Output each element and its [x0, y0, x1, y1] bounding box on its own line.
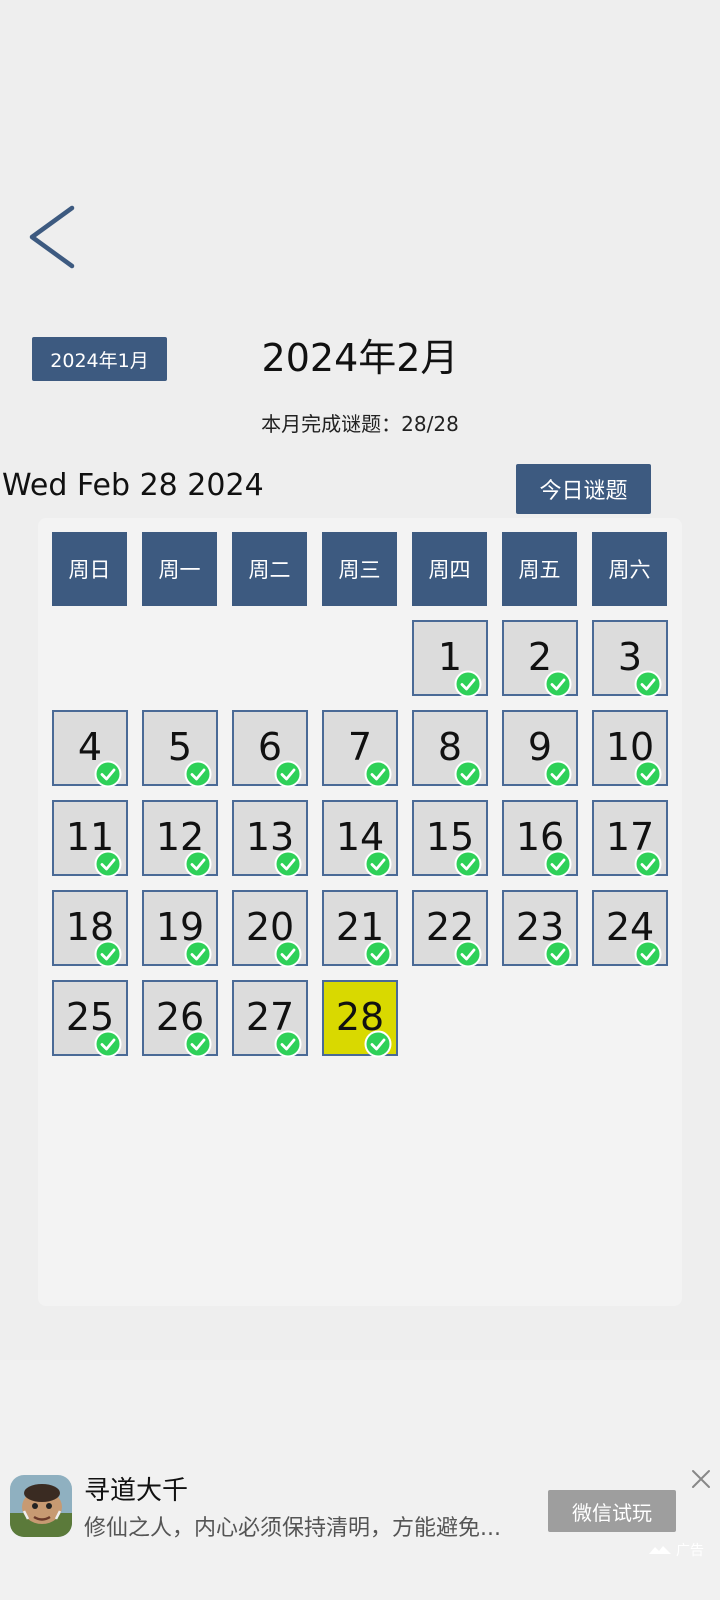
chevron-left-icon: [29, 205, 75, 269]
check-circle-icon: [184, 850, 212, 878]
weekday-header: 周日: [52, 532, 127, 606]
check-circle-icon: [544, 940, 572, 968]
month-title: 2024年2月: [261, 336, 459, 380]
calendar-day-23[interactable]: 23: [502, 890, 578, 968]
calendar-day-7[interactable]: 7: [322, 710, 398, 788]
calendar-day-21[interactable]: 21: [322, 890, 398, 968]
close-icon: [692, 1470, 710, 1488]
check-circle-icon: [544, 760, 572, 788]
ad-logo-icon: [649, 1546, 671, 1554]
ad-app-icon[interactable]: [10, 1475, 72, 1537]
check-circle-icon: [94, 760, 122, 788]
check-circle-icon: [364, 1030, 392, 1058]
back-button[interactable]: [22, 200, 92, 274]
check-circle-icon: [274, 940, 302, 968]
calendar-day-12[interactable]: 12: [142, 800, 218, 878]
check-circle-icon: [364, 760, 392, 788]
calendar-day-19[interactable]: 19: [142, 890, 218, 968]
check-circle-icon: [544, 850, 572, 878]
check-circle-icon: [184, 760, 212, 788]
check-circle-icon: [94, 850, 122, 878]
ad-badge: 广告: [648, 1540, 704, 1560]
calendar-day-4[interactable]: 4: [52, 710, 128, 788]
check-circle-icon: [634, 670, 662, 698]
weekday-header: 周二: [232, 532, 307, 606]
ad-close-button[interactable]: [690, 1468, 712, 1490]
check-circle-icon: [454, 850, 482, 878]
check-circle-icon: [544, 670, 572, 698]
weekday-header: 周六: [592, 532, 667, 606]
calendar-day-6[interactable]: 6: [232, 710, 308, 788]
check-circle-icon: [94, 1030, 122, 1058]
check-circle-icon: [454, 940, 482, 968]
ad-badge-label: 广告: [676, 1543, 704, 1559]
calendar-day-26[interactable]: 26: [142, 980, 218, 1058]
calendar-day-5[interactable]: 5: [142, 710, 218, 788]
weekday-header: 周三: [322, 532, 397, 606]
ad-description: 修仙之人，内心必须保持清明，方能避免...: [84, 1516, 501, 1541]
calendar-day-10[interactable]: 10: [592, 710, 668, 788]
ad-title: 寻道大千: [84, 1476, 189, 1506]
check-circle-icon: [94, 940, 122, 968]
check-circle-icon: [634, 760, 662, 788]
calendar-day-3[interactable]: 3: [592, 620, 668, 698]
ad-cta-button[interactable]: 微信试玩: [548, 1490, 676, 1532]
today-date-text: Wed Feb 28 2024: [2, 468, 264, 503]
calendar-day-27[interactable]: 27: [232, 980, 308, 1058]
calendar-day-15[interactable]: 15: [412, 800, 488, 878]
check-circle-icon: [184, 1030, 212, 1058]
check-circle-icon: [634, 850, 662, 878]
calendar-day-14[interactable]: 14: [322, 800, 398, 878]
check-circle-icon: [454, 760, 482, 788]
weekday-header: 周一: [142, 532, 217, 606]
calendar-day-17[interactable]: 17: [592, 800, 668, 878]
weekday-header: 周五: [502, 532, 577, 606]
calendar-day-16[interactable]: 16: [502, 800, 578, 878]
check-circle-icon: [184, 940, 212, 968]
weekday-header: 周四: [412, 532, 487, 606]
calendar-day-20[interactable]: 20: [232, 890, 308, 968]
prev-month-button[interactable]: 2024年1月: [32, 337, 167, 381]
calendar-day-11[interactable]: 11: [52, 800, 128, 878]
check-circle-icon: [274, 1030, 302, 1058]
calendar-day-24[interactable]: 24: [592, 890, 668, 968]
check-circle-icon: [364, 850, 392, 878]
check-circle-icon: [454, 670, 482, 698]
calendar-day-9[interactable]: 9: [502, 710, 578, 788]
check-circle-icon: [364, 940, 392, 968]
calendar-day-13[interactable]: 13: [232, 800, 308, 878]
calendar-day-22[interactable]: 22: [412, 890, 488, 968]
today-puzzle-button[interactable]: 今日谜题: [516, 464, 651, 514]
check-circle-icon: [274, 760, 302, 788]
calendar-day-8[interactable]: 8: [412, 710, 488, 788]
calendar-day-1[interactable]: 1: [412, 620, 488, 698]
calendar-day-25[interactable]: 25: [52, 980, 128, 1058]
month-progress-text: 本月完成谜题：28/28: [261, 412, 459, 436]
calendar-day-2[interactable]: 2: [502, 620, 578, 698]
calendar-day-28[interactable]: 28: [322, 980, 398, 1058]
check-circle-icon: [274, 850, 302, 878]
calendar-day-18[interactable]: 18: [52, 890, 128, 968]
check-circle-icon: [634, 940, 662, 968]
